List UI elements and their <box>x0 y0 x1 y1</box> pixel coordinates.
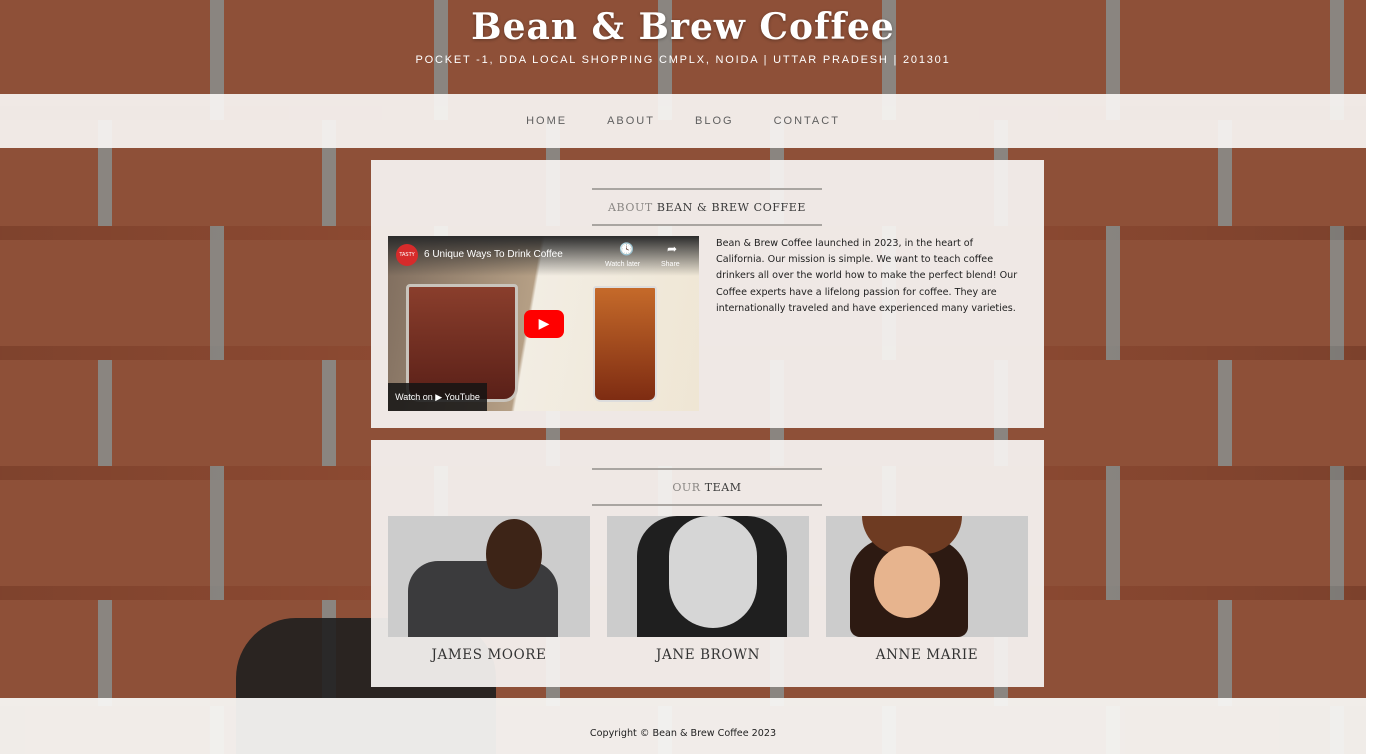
watch-later-icon[interactable]: 🕓 <box>619 242 634 256</box>
nav-about-link[interactable]: ABOUT <box>607 115 655 127</box>
team-member-photo <box>607 516 809 637</box>
about-heading-title: BEAN & BREW COFFEE <box>656 200 807 214</box>
watch-on-youtube-button[interactable]: Watch on ▶ YouTube <box>388 383 487 411</box>
copyright-text: Copyright © Bean & Brew Coffee 2023 <box>589 727 777 739</box>
channel-avatar-icon[interactable]: TASTY <box>396 244 418 266</box>
video-thumbnail-glass <box>593 286 657 402</box>
site-footer: Copyright © Bean & Brew Coffee 2023 <box>0 698 1366 754</box>
youtube-video-embed[interactable]: TASTY 6 Unique Ways To Drink Coffee 🕓 Wa… <box>388 236 699 411</box>
team-member-card: JAMES MOORE <box>388 516 590 663</box>
team-member-card: ANNE MARIE <box>826 516 1028 663</box>
share-icon[interactable]: ➦ <box>665 242 679 256</box>
video-title[interactable]: 6 Unique Ways To Drink Coffee <box>424 249 563 260</box>
team-member-photo <box>826 516 1028 637</box>
play-button-icon[interactable]: ▶ <box>524 310 564 338</box>
nav-contact-link[interactable]: CONTACT <box>774 115 840 127</box>
about-section: ABOUT BEAN & BREW COFFEE TASTY 6 Unique … <box>371 160 1044 428</box>
team-heading-prefix: OUR <box>672 480 701 494</box>
team-member-name: JANE BROWN <box>656 647 760 663</box>
team-member-name: ANNE MARIE <box>875 647 979 663</box>
team-member-photo <box>388 516 590 637</box>
team-heading-title: TEAM <box>704 480 742 494</box>
nav-home-link[interactable]: HOME <box>526 115 567 127</box>
main-navigation: HOME ABOUT BLOG CONTACT <box>0 94 1366 148</box>
team-member-name: JAMES MOORE <box>431 647 547 663</box>
team-heading: OUR TEAM <box>592 468 822 506</box>
team-section: OUR TEAM JAMES MOORE JANE BROWN ANNE MAR… <box>371 440 1044 687</box>
share-label[interactable]: Share <box>661 261 680 268</box>
team-member-card: JANE BROWN <box>607 516 809 663</box>
nav-blog-link[interactable]: BLOG <box>695 115 734 127</box>
about-description: Bean & Brew Coffee launched in 2023, in … <box>716 238 1018 314</box>
about-heading-prefix: ABOUT <box>607 200 653 214</box>
page-edge <box>1366 0 1384 754</box>
watch-later-label[interactable]: Watch later <box>605 261 640 268</box>
about-heading: ABOUT BEAN & BREW COFFEE <box>592 188 822 226</box>
site-title[interactable]: Bean & Brew Coffee <box>0 0 1366 48</box>
site-address: POCKET -1, DDA LOCAL SHOPPING CMPLX, NOI… <box>415 54 951 66</box>
site-header: Bean & Brew Coffee POCKET -1, DDA LOCAL … <box>0 0 1366 94</box>
